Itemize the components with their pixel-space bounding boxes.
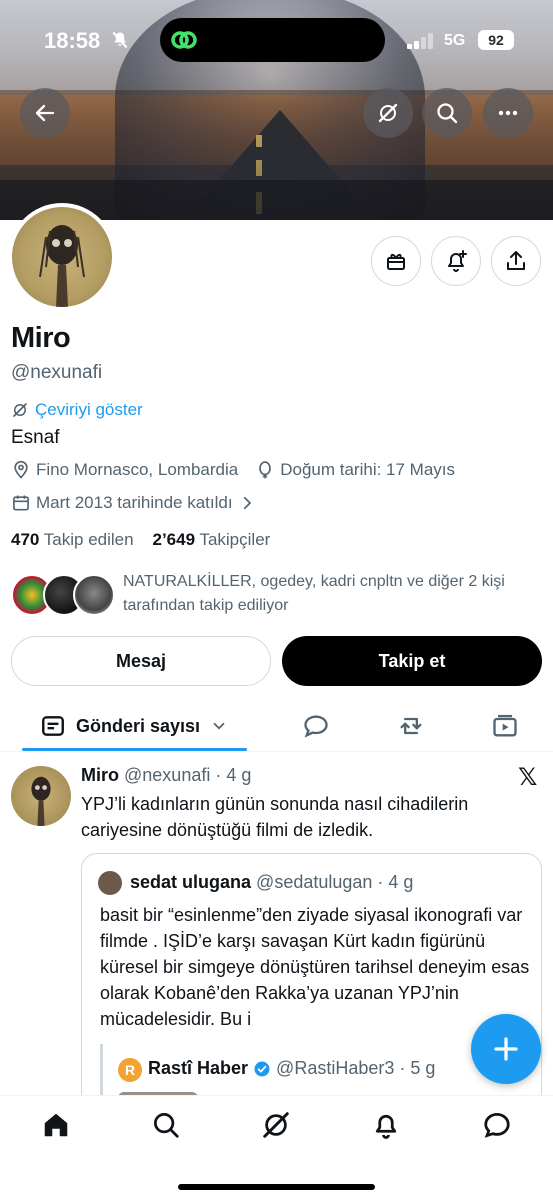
quoted-post[interactable]: sedat ulugana @sedatulugan · 4 g basit b…	[81, 853, 542, 1113]
mask-figure-icon	[39, 225, 85, 307]
gift-button[interactable]	[371, 236, 421, 286]
profile-handle: @nexunafi	[11, 362, 103, 383]
avatar-image	[12, 207, 112, 307]
gift-icon	[387, 254, 405, 270]
balloon-icon	[259, 461, 272, 479]
profile-name: Miro	[11, 322, 71, 354]
posts-icon	[42, 716, 64, 736]
quote-handle: @sedatulugan	[256, 872, 373, 892]
quote-header: sedat ulugana @sedatulugan · 4 g	[130, 872, 413, 893]
profile-avatar[interactable]	[8, 203, 116, 311]
post-time: · 4 g	[215, 765, 252, 785]
status-bar: 18:58 5G 92	[0, 0, 553, 80]
more-icon	[498, 110, 518, 116]
network-type: 5G	[444, 32, 466, 49]
search-button[interactable]	[422, 88, 472, 138]
followers-count: 2’649	[152, 530, 196, 549]
tab-replies-icon[interactable]	[302, 712, 330, 740]
chevron-down-icon	[213, 722, 225, 730]
plus-icon	[494, 1037, 518, 1061]
notify-button[interactable]	[431, 236, 481, 286]
calendar-icon	[13, 495, 29, 511]
followed-by-text: NATURALKİLLER, ogedey, kadri cnpltn ve d…	[123, 573, 505, 614]
grok-button[interactable]	[363, 88, 413, 138]
location-icon	[14, 460, 28, 479]
profile-bio: Esnaf	[11, 427, 60, 448]
back-button[interactable]	[20, 88, 70, 138]
more-button[interactable]	[483, 88, 533, 138]
profile-location: Fino Mornasco, Lombardia	[36, 460, 239, 479]
profile-tabs: Gönderi sayısı	[0, 700, 553, 752]
joined-row[interactable]: Mart 2013 tarihinde katıldı	[11, 493, 256, 513]
search-icon	[437, 103, 458, 124]
status-time: 18:58	[44, 28, 101, 53]
grok-icon[interactable]	[261, 1110, 291, 1140]
messages-icon[interactable]	[482, 1110, 512, 1140]
bottom-navigation	[0, 1095, 553, 1200]
followers-label: Takipçiler	[199, 530, 271, 549]
profile-birthday: Doğum tarihi: 17 Mayıs	[280, 460, 456, 479]
grok-icon	[13, 403, 27, 417]
follow-button[interactable]: Takip et	[282, 636, 542, 686]
quote-author: sedat ulugana	[130, 872, 252, 892]
nested-quote-header: Rastî Haber @RastiHaber3 · 5 g	[148, 1058, 435, 1079]
profile-meta-row: Fino Mornasco, Lombardia Doğum tarihi: 1…	[11, 460, 455, 480]
dynamic-island	[160, 18, 385, 62]
followers-link[interactable]: 2’649 Takipçiler	[152, 530, 270, 549]
mask-figure-icon	[31, 776, 51, 826]
nested-quote-time: · 5 g	[399, 1058, 436, 1078]
follow-counts: 470 Takip edilen 2’649 Takipçiler	[11, 530, 270, 550]
post-author[interactable]: Miro	[81, 765, 119, 785]
following-link[interactable]: 470 Takip edilen	[11, 530, 134, 549]
nested-quote-avatar: R	[118, 1058, 142, 1082]
nested-quote-author: Rastî Haber	[148, 1058, 249, 1078]
home-indicator	[178, 1184, 375, 1190]
post-handle[interactable]: @nexunafi	[124, 765, 210, 785]
translate-label: Çeviriyi göster	[35, 400, 143, 419]
tab-reposts-icon[interactable]	[397, 712, 425, 740]
tab-media-icon[interactable]	[491, 712, 519, 740]
following-label: Takip edilen	[43, 530, 134, 549]
active-tab-indicator	[22, 748, 247, 751]
post-avatar[interactable]	[11, 766, 71, 826]
bell-plus-icon	[448, 250, 467, 272]
translate-link[interactable]: Çeviriyi göster	[11, 400, 143, 420]
battery-indicator: 92	[478, 30, 514, 50]
share-button[interactable]	[491, 236, 541, 286]
notifications-icon[interactable]	[371, 1110, 401, 1140]
quote-time: · 4 g	[377, 872, 414, 892]
message-button[interactable]: Mesaj	[11, 636, 271, 686]
search-icon[interactable]	[151, 1110, 181, 1140]
grok-icon	[378, 103, 398, 123]
verified-badge-icon	[254, 1061, 270, 1076]
share-icon	[507, 251, 525, 270]
post-text: YPJ’li kadınların günün sonunda nasıl ci…	[81, 794, 469, 840]
following-count: 470	[11, 530, 40, 549]
chevron-right-icon	[243, 496, 251, 510]
follower-avatar	[73, 574, 115, 616]
profile-joined: Mart 2013 tarihinde katıldı	[36, 493, 233, 512]
tab-posts[interactable]: Gönderi sayısı	[22, 700, 247, 752]
home-icon[interactable]	[41, 1110, 71, 1140]
x-logo-icon: 𝕏	[518, 763, 538, 791]
quote-text: basit bir “esinlenme”den ziyade siyasal …	[100, 905, 530, 1029]
tab-posts-label: Gönderi sayısı	[76, 715, 201, 736]
followed-by-row[interactable]: NATURALKİLLER, ogedey, kadri cnpltn ve d…	[11, 570, 541, 620]
signal-icon	[407, 33, 435, 49]
arrow-left-icon	[35, 104, 55, 122]
nested-quote-handle: @RastiHaber3	[276, 1058, 395, 1078]
bell-slash-icon	[112, 31, 128, 49]
quote-avatar	[98, 871, 122, 895]
compose-button[interactable]	[471, 1014, 541, 1084]
post-header: Miro @nexunafi · 4 g	[81, 765, 251, 786]
link-icon	[171, 31, 197, 49]
